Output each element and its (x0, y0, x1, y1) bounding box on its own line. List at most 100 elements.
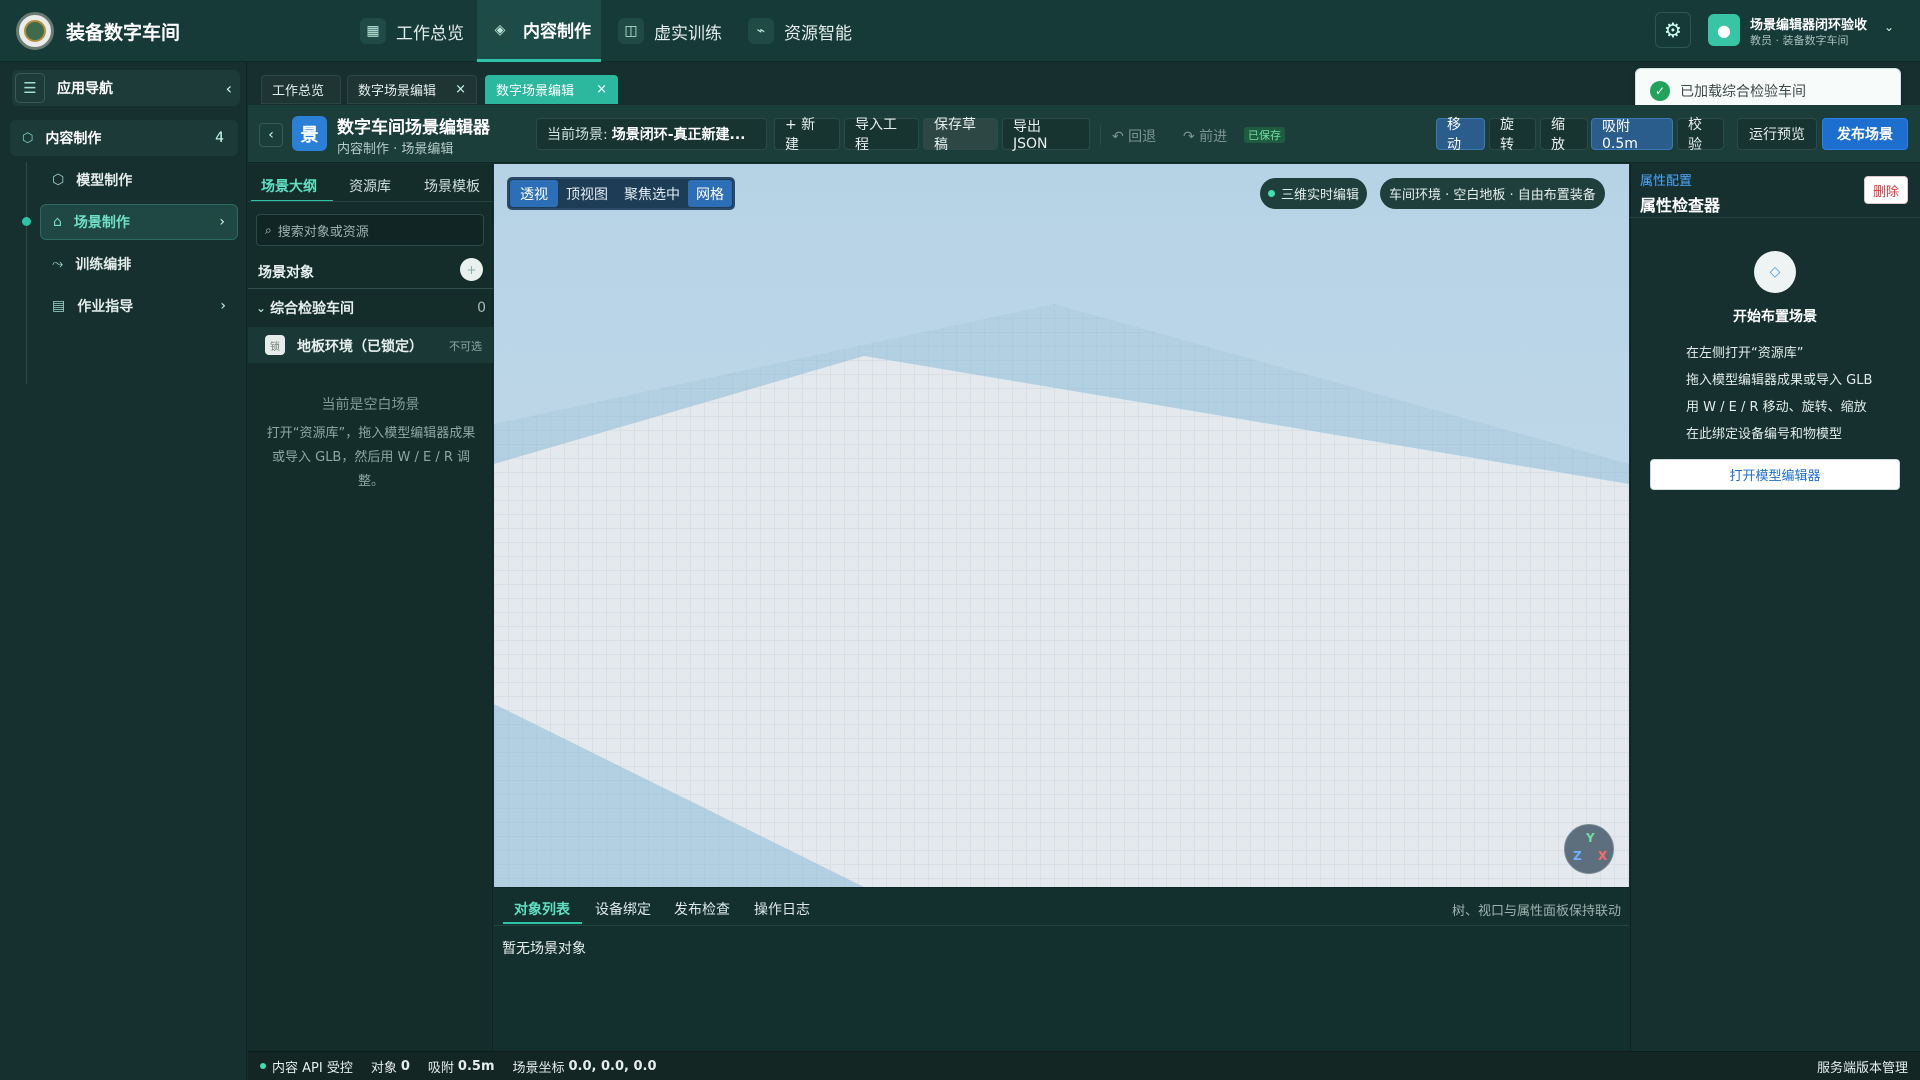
home-icon: ⌂ (53, 214, 62, 230)
nav-tab-training[interactable]: ◫ 虚实训练 (608, 0, 732, 62)
move-button[interactable]: 移动 (1436, 117, 1485, 153)
doc-icon: ▤ (52, 298, 66, 314)
delete-button[interactable]: 删除 (1864, 176, 1908, 204)
brand-title: 装备数字车间 (66, 22, 181, 44)
grid-icon: ▦ (360, 18, 386, 44)
tab-library[interactable]: 资源库 (349, 176, 391, 196)
section-count: 4 (215, 130, 224, 146)
nav-tab-content[interactable]: ◈ 内容制作 (477, 0, 601, 62)
grid-toggle-button[interactable]: 网格 (688, 180, 732, 207)
live-dot (1268, 190, 1275, 197)
gear-icon[interactable]: ⚙ (1655, 12, 1691, 48)
sidebar-title: 应用导航 (57, 81, 113, 97)
user-role: 教员 · 装备数字车间 (1750, 34, 1849, 47)
nav-tab-resources[interactable]: ⌁ 资源智能 (738, 0, 862, 62)
floor-status: 不可选 (449, 340, 482, 353)
status-bar: 内容 API 受控 对象 0 吸附 0.5m 场景坐标 0.0, 0.0, 0.… (248, 1051, 1920, 1080)
tab-object-list[interactable]: 对象列表 (514, 899, 570, 919)
sidebar-item-model[interactable]: ⬡ 模型制作 (40, 162, 238, 198)
page-tab-scene-editor-active[interactable]: 数字场景编辑 × (485, 75, 618, 104)
import-button[interactable]: 导入工程 (844, 117, 919, 153)
tree-line (26, 162, 27, 384)
step-1: 在左侧打开“资源库” (1686, 346, 1804, 361)
axis-y-label: Y (1586, 831, 1595, 845)
nav-tab-overview[interactable]: ▦ 工作总览 (350, 0, 474, 62)
cube-icon: ⬡ (22, 130, 34, 146)
plug-icon: ⌁ (748, 18, 774, 44)
collapse-icon[interactable]: ‹ (226, 79, 232, 98)
3d-viewport[interactable] (494, 164, 1629, 887)
user-name: 场景编辑器闭环验收 (1750, 18, 1868, 33)
undo-button[interactable]: ↶ 回退 (1112, 126, 1156, 146)
new-button[interactable]: + 新建 (774, 117, 840, 153)
group-row[interactable]: ⌄ 综合检验车间 0 (256, 296, 486, 320)
sidebar-header: ☰ 应用导航 ‹ (12, 70, 240, 106)
scene-canvas (494, 164, 1629, 887)
close-icon[interactable]: × (596, 82, 607, 97)
redo-button[interactable]: ↷ 前进 (1183, 126, 1227, 146)
search-input[interactable]: ⌕ 搜索对象或资源 (256, 214, 484, 246)
sync-hint: 树、视口与属性面板保持联动 (1451, 904, 1621, 919)
chevron-right-icon: › (220, 298, 226, 314)
breadcrumb: 内容制作 · 场景编辑 (337, 142, 454, 157)
toolbar-divider (1100, 125, 1101, 145)
menu-icon[interactable]: ☰ (15, 73, 45, 103)
divider (248, 201, 493, 202)
environment-badge: 车间环境 · 空白地板 · 自由布置装备 (1380, 178, 1605, 209)
close-icon[interactable]: × (455, 82, 466, 97)
tab-templates[interactable]: 场景模板 (424, 176, 480, 196)
diamond-icon: ◇ (1754, 251, 1796, 293)
check-icon: ✓ (1650, 80, 1670, 101)
object-count: 0 (400, 1058, 410, 1074)
save-draft-button[interactable]: 保存草稿 (923, 117, 998, 153)
sidebar-item-training[interactable]: ⤳ 训练编排 (40, 246, 238, 282)
sidebar-section-content[interactable]: ⬡ 内容制作 4 (10, 120, 238, 156)
avatar[interactable]: ● (1708, 14, 1740, 46)
step-2: 拖入模型编辑器成果或导入 GLB (1686, 373, 1873, 388)
tab-publish-check[interactable]: 发布检查 (674, 899, 730, 919)
objects-label: 场景对象 (258, 265, 314, 281)
divider (248, 288, 493, 289)
publish-button[interactable]: 发布场景 (1822, 118, 1908, 150)
view-perspective-button[interactable]: 透视 (510, 180, 558, 207)
cube-icon: ⬡ (52, 172, 65, 188)
editor-title: 数字车间场景编辑器 (337, 118, 490, 138)
rotate-button[interactable]: 旋转 (1489, 117, 1536, 153)
server-version[interactable]: 服务端版本管理 (1817, 1057, 1908, 1076)
focus-selected-button[interactable]: 聚焦选中 (616, 180, 688, 207)
back-button[interactable]: ‹ (259, 123, 283, 147)
page-tab-overview[interactable]: 工作总览 (261, 75, 341, 104)
empty-title: 当前是空白场景 (321, 397, 420, 413)
tab-device-binding[interactable]: 设备绑定 (595, 899, 651, 919)
snap-button[interactable]: 吸附 0.5m (1591, 118, 1673, 152)
api-status: 内容 API 受控 (272, 1060, 353, 1076)
axis-gizmo[interactable]: Y Z X (1564, 824, 1614, 874)
editor-badge: 景 (292, 116, 327, 151)
api-status-dot (260, 1063, 266, 1069)
sidebar-item-guide[interactable]: ▤ 作业指导 › (40, 288, 238, 324)
book-icon: ◫ (618, 18, 644, 44)
sidebar-item-scene[interactable]: ⌂ 场景制作 › (40, 204, 238, 240)
scene-selector[interactable]: 当前场景: 场景闭环-真正新建... (536, 118, 767, 150)
cube-icon: ◈ (487, 16, 513, 43)
empty-desc: 打开“资源库”，拖入模型编辑器成果或导入 GLB，然后用 W / E / R 调… (266, 426, 476, 489)
chevron-down-icon[interactable]: ⌄ (1884, 20, 1894, 34)
view-top-button[interactable]: 顶视图 (558, 180, 616, 207)
view-mode-group: 透视 顶视图 聚焦选中 网格 (507, 177, 735, 210)
scale-button[interactable]: 缩放 (1540, 117, 1588, 153)
tab-underline (503, 922, 582, 924)
sidebar: ☰ 应用导航 ‹ ⬡ 内容制作 4 ⬡ 模型制作 ⌂ 场景制作 › ⤳ 训练编排… (0, 62, 247, 1080)
tab-operation-log[interactable]: 操作日志 (754, 899, 810, 919)
preview-button[interactable]: 运行预览 (1737, 118, 1817, 150)
open-model-editor-button[interactable]: 打开模型编辑器 (1650, 459, 1900, 490)
validate-button[interactable]: 校验 (1677, 117, 1724, 153)
export-json-button[interactable]: 导出 JSON (1002, 118, 1090, 152)
step-4: 在此绑定设备编号和物模型 (1686, 427, 1843, 442)
top-bar: 装备数字车间 ▦ 工作总览 ◈ 内容制作 ◫ 虚实训练 ⌁ 资源智能 ⚙ ● 场… (0, 0, 1920, 62)
add-object-button[interactable]: + (460, 258, 483, 281)
page-tab-scene-editor[interactable]: 数字场景编辑 × (347, 75, 477, 104)
tab-outline[interactable]: 场景大纲 (261, 176, 317, 196)
inspector-title: 属性检查器 (1640, 196, 1721, 215)
lock-icon: 锁 (265, 335, 285, 355)
inspector-panel (1630, 164, 1920, 1051)
